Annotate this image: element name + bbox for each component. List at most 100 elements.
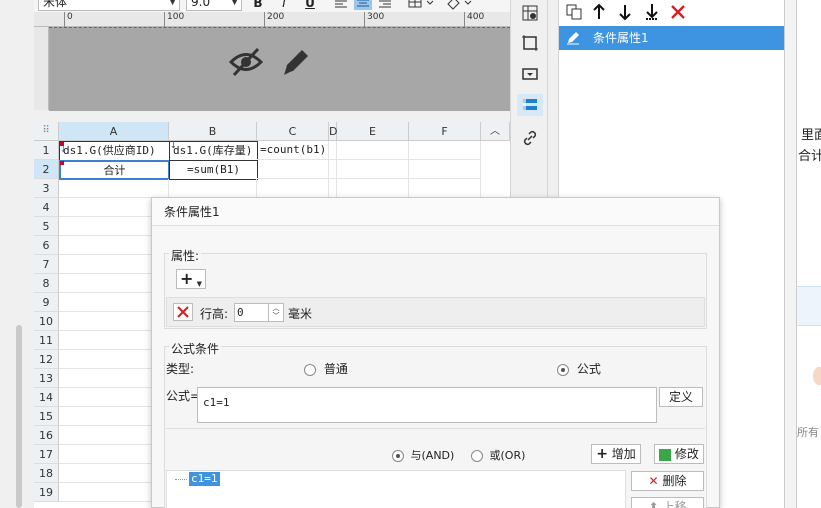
vertical-scrollbar-thumb[interactable] [16, 325, 22, 508]
grid-cell[interactable] [409, 179, 481, 198]
fill-color-icon[interactable] [446, 0, 474, 10]
move-bottom-icon[interactable] [643, 3, 661, 21]
row-height-stepper[interactable]: ︿ ﹀ [268, 303, 284, 322]
arrow-up-icon[interactable] [591, 3, 607, 21]
scroll-up-icon[interactable]: ︿ [481, 122, 510, 141]
pencil-icon[interactable] [280, 45, 312, 79]
italic-button[interactable]: I [276, 0, 292, 10]
and-radio[interactable]: 与(AND) [392, 447, 454, 463]
add-property-button[interactable]: + ▼ [176, 269, 206, 289]
type-normal-radio[interactable]: 普通 [304, 360, 348, 377]
ruler-tick: 200 [264, 12, 284, 27]
modify-condition-button[interactable]: 修改 [654, 444, 704, 464]
row-header[interactable]: 1 [34, 141, 59, 160]
grid-cell[interactable] [409, 160, 481, 179]
cell-C1[interactable]: =count(b1) [257, 141, 329, 160]
arrow-down-icon: ↓ [170, 141, 177, 150]
row-height-label: 行高: [200, 307, 229, 321]
horizontal-ruler: 0 100 200 300 400 [34, 12, 510, 27]
grid-cell[interactable] [59, 179, 169, 198]
select-all-corner[interactable]: ⠿ [34, 122, 59, 141]
grid-cell[interactable] [337, 160, 409, 179]
row-header[interactable]: 17 [34, 445, 59, 464]
divider [166, 428, 705, 429]
border-icon[interactable] [408, 0, 436, 10]
cell-B1[interactable]: ds1.G(库存量) [169, 141, 258, 161]
ruler-tick: 100 [164, 12, 184, 27]
avatar [813, 367, 821, 385]
align-right-icon[interactable] [378, 0, 392, 8]
row-header[interactable]: 14 [34, 388, 59, 407]
grid-cell[interactable] [337, 179, 409, 198]
ruler-tick: 300 [364, 12, 384, 27]
eye-slash-icon[interactable] [228, 45, 264, 79]
add-condition-button[interactable]: + 增加 [591, 444, 641, 464]
adjacent-text: 所有 [797, 426, 819, 439]
move-up-condition-button[interactable]: ⬆ 上移 [631, 497, 704, 508]
modify-condition-label: 修改 [674, 447, 699, 461]
condition-attribute-icon[interactable] [517, 94, 543, 116]
grid-cell[interactable] [337, 141, 409, 160]
column-header[interactable]: E [337, 122, 409, 141]
column-header[interactable]: A [59, 122, 169, 141]
row-header[interactable]: 6 [34, 236, 59, 255]
row-header[interactable]: 7 [34, 255, 59, 274]
row-header[interactable]: 10 [34, 312, 59, 331]
type-formula-radio[interactable]: 公式 [557, 360, 601, 377]
remove-property-button[interactable] [173, 303, 193, 321]
copy-icon[interactable] [565, 4, 583, 20]
row-header[interactable]: 3 [34, 179, 59, 198]
grid-cell[interactable] [329, 141, 337, 160]
arrow-down-icon[interactable] [617, 3, 633, 21]
arrow-up-icon: ⬆ [648, 500, 659, 508]
row-header[interactable]: 5 [34, 217, 59, 236]
cell-A1[interactable]: ds1.G(供应商ID) [59, 141, 170, 161]
align-center-icon[interactable] [354, 0, 372, 10]
formula-input[interactable]: c1=1 [197, 387, 657, 423]
grid-cell[interactable] [329, 160, 337, 179]
font-size-select[interactable]: 9.0 ▼ [186, 0, 242, 11]
radio-icon [304, 363, 316, 376]
bold-button[interactable]: B [250, 0, 266, 10]
condition-item[interactable]: c1=1 [189, 472, 220, 486]
define-button[interactable]: 定义 [659, 387, 703, 407]
grid-cell[interactable] [169, 179, 257, 198]
widget-icon[interactable] [517, 63, 543, 85]
cell-B2[interactable]: =sum(B1) [169, 160, 258, 180]
underline-button[interactable]: U [302, 0, 318, 10]
delete-icon[interactable] [669, 3, 687, 21]
row-header[interactable]: 8 [34, 274, 59, 293]
edit-icon [565, 30, 581, 46]
row-header[interactable]: 18 [34, 464, 59, 483]
cell-A2[interactable]: 合计 [59, 160, 170, 180]
column-header[interactable]: F [409, 122, 481, 141]
cell-attribute-icon[interactable] [517, 2, 543, 24]
row-header[interactable]: 19 [34, 483, 59, 502]
row-header[interactable]: 15 [34, 407, 59, 426]
row-header[interactable]: 16 [34, 426, 59, 445]
font-family-select[interactable]: 宋体 ▼ [38, 0, 180, 11]
crop-icon[interactable] [517, 32, 543, 54]
row-header[interactable]: 13 [34, 369, 59, 388]
grid-cell[interactable] [329, 179, 337, 198]
condition-list-item[interactable]: 条件属性1 [559, 26, 785, 50]
row-header[interactable]: 4 [34, 198, 59, 217]
row-header[interactable]: 12 [34, 350, 59, 369]
font-size-value: 9.0 [191, 0, 211, 9]
grid-cell[interactable] [257, 160, 329, 179]
row-height-input[interactable]: 0 [234, 303, 270, 322]
grid-cell[interactable] [257, 179, 329, 198]
column-header[interactable]: C [257, 122, 329, 141]
align-left-icon[interactable] [334, 0, 348, 8]
condition-attribute-dialog: 条件属性1 属性: + ▼ 行高: 0 ︿ ﹀ 毫米 公式条件 类型: 普通 公式… [151, 197, 720, 508]
grid-cell[interactable] [409, 141, 481, 160]
column-header[interactable]: D [329, 122, 337, 141]
row-header[interactable]: 9 [34, 293, 59, 312]
delete-condition-button[interactable]: ✕ 删除 [631, 471, 704, 491]
panel-toolbar [559, 0, 785, 24]
row-header[interactable]: 11 [34, 331, 59, 350]
row-header[interactable]: 2 [34, 160, 59, 179]
column-header[interactable]: B [169, 122, 257, 141]
or-radio[interactable]: 或(OR) [471, 447, 525, 463]
hyperlink-icon[interactable] [517, 127, 543, 149]
